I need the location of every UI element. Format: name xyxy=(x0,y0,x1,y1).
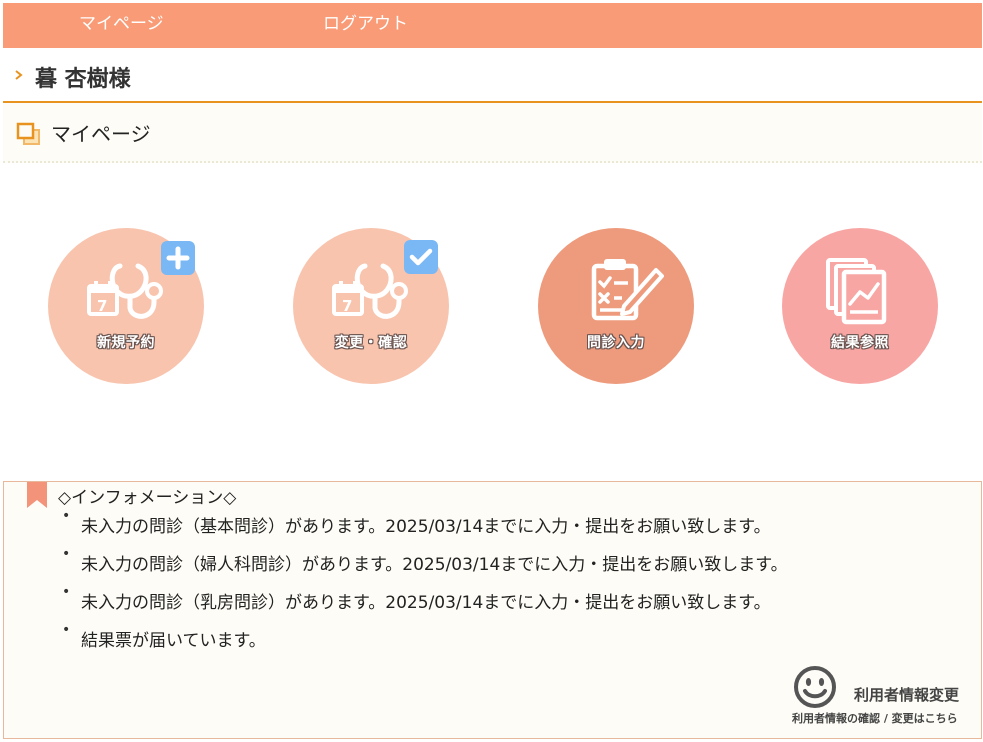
plus-badge-icon xyxy=(161,241,195,275)
user-info-change-link[interactable]: 利用者情報変更 利用者情報の確認 / 変更はこちら xyxy=(786,660,972,730)
svg-text:7: 7 xyxy=(342,297,352,315)
information-text: 未入力の問診（乳房問診）があります。2025/03/14までに入力・提出をお願い… xyxy=(81,593,771,613)
bookmark-icon xyxy=(27,482,47,508)
information-panel: ◇インフォメーション◇ • 未入力の問診（基本問診）があります。2025/03/… xyxy=(3,481,982,739)
menu-label: 新規予約 xyxy=(97,335,155,351)
nav-logout-link[interactable]: ログアウト xyxy=(323,3,408,48)
documents-chart-icon xyxy=(826,258,887,325)
menu-label: 変更・確認 xyxy=(334,335,408,351)
information-title: ◇インフォメーション◇ xyxy=(58,488,237,508)
pages-icon xyxy=(16,122,40,145)
change-confirm-button[interactable]: 7 変更・確認 xyxy=(293,228,449,384)
chevron-right-icon xyxy=(15,70,23,80)
top-nav-bar: マイページ ログアウト xyxy=(3,3,982,48)
user-info-change-label: 利用者情報変更 xyxy=(854,686,960,704)
information-text: 結果票が届いています。 xyxy=(81,631,266,651)
clipboard-pen-icon xyxy=(591,259,664,321)
check-badge-icon xyxy=(404,240,438,274)
information-text: 未入力の問診（基本問診）があります。2025/03/14までに入力・提出をお願い… xyxy=(81,517,771,537)
user-name: 暮 杏樹様 xyxy=(35,67,131,92)
user-info-change-sublabel: 利用者情報の確認 / 変更はこちら xyxy=(792,712,958,725)
new-reservation-button[interactable]: 7 新規予約 xyxy=(48,228,204,384)
user-header: 暮 杏樹様 xyxy=(3,55,982,103)
menu-label: 問診入力 xyxy=(587,335,645,351)
questionnaire-input-button[interactable]: 問診入力 xyxy=(538,228,694,384)
bullet-icon: • xyxy=(62,508,71,524)
menu-label: 結果参照 xyxy=(831,335,889,351)
nav-mypage-link[interactable]: マイページ xyxy=(79,3,164,48)
smiley-icon xyxy=(794,666,836,708)
bullet-icon: • xyxy=(62,622,71,638)
page-title: マイページ xyxy=(51,122,151,146)
results-view-button[interactable]: 結果参照 xyxy=(782,228,938,384)
bullet-icon: • xyxy=(62,584,71,600)
bullet-icon: • xyxy=(62,546,71,562)
svg-text:7: 7 xyxy=(97,297,107,315)
information-text: 未入力の問診（婦人科問診）があります。2025/03/14までに入力・提出をお願… xyxy=(81,555,788,575)
page-heading: マイページ xyxy=(3,103,982,163)
